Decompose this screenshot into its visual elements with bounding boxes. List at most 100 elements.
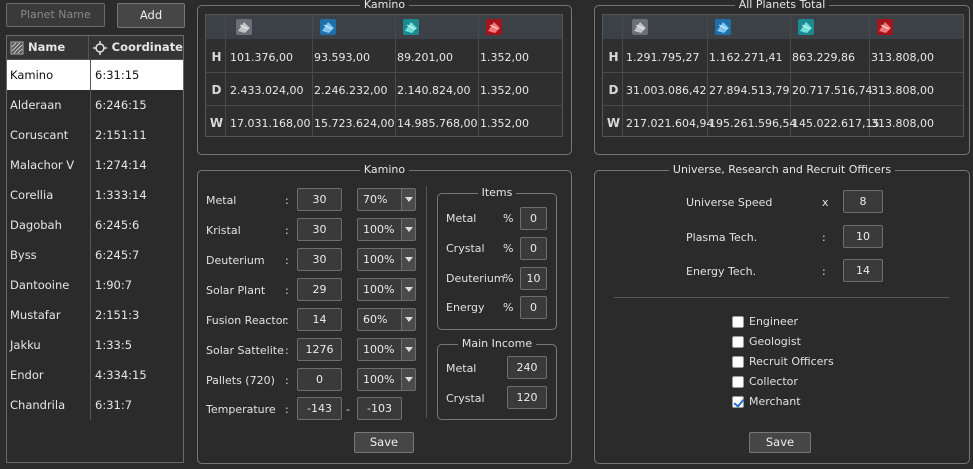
building-level-input[interactable]: 0 <box>297 368 342 391</box>
building-colon: : <box>285 224 289 237</box>
row-label-h: H <box>211 50 222 64</box>
planet-row[interactable]: Mustafar 2:151:3 <box>7 300 183 330</box>
chevron-down-icon <box>401 309 415 330</box>
deuterium-resource-icon <box>403 19 419 35</box>
building-level-input[interactable]: 30 <box>297 248 342 271</box>
value-cell: 14.985.768,00 <box>397 117 478 130</box>
building-level-input[interactable]: 30 <box>297 218 342 241</box>
production-percent-value: 70% <box>363 193 388 206</box>
production-percent-value: 100% <box>363 283 395 296</box>
planet-name-cell: Coruscant <box>7 120 91 150</box>
income-value-input[interactable]: 240 <box>507 356 547 379</box>
item-bonus-input[interactable]: 0 <box>520 237 547 260</box>
universe-title: Universe, Research and Recruit Officers <box>668 163 896 176</box>
planet-name-cell: Chandrila <box>7 390 91 420</box>
temperature-separator: - <box>346 403 350 416</box>
planet-row[interactable]: Corellia 1:333:14 <box>7 180 183 210</box>
temperature-max-input[interactable]: -103 <box>357 397 402 420</box>
crystal-resource-icon <box>715 19 731 35</box>
chevron-down-icon <box>401 279 415 300</box>
building-level-input[interactable]: 1276 <box>297 338 342 361</box>
planet-coordinate-cell: 2:151:11 <box>95 128 147 142</box>
building-colon: : <box>285 284 289 297</box>
planet-production-title: Kamino <box>359 0 410 11</box>
planet-row[interactable]: Byss 6:245:7 <box>7 240 183 270</box>
planet-row[interactable]: Coruscant 2:151:11 <box>7 120 183 150</box>
planet-name-input[interactable]: Planet Name <box>6 3 105 27</box>
value-cell: 195.261.596,54 <box>709 117 797 130</box>
officer-checkbox[interactable] <box>732 316 744 328</box>
item-label: Deuterium <box>446 272 505 285</box>
building-level-input[interactable]: 14 <box>297 308 342 331</box>
planet-row[interactable]: Dantooine 1:90:7 <box>7 270 183 300</box>
item-bonus-input[interactable]: 10 <box>520 267 547 290</box>
universe-field-separator: x <box>822 196 829 209</box>
name-column-header[interactable]: Name <box>7 36 89 59</box>
settings-divider <box>426 186 427 418</box>
item-bonus-input[interactable]: 0 <box>520 296 547 319</box>
row-label-w: W <box>606 116 621 130</box>
temperature-min-input[interactable]: -143 <box>297 397 342 420</box>
value-cell: 89.201,00 <box>397 51 453 64</box>
value-cell: 1.352,00 <box>480 51 529 64</box>
energy-resource-icon <box>877 19 893 35</box>
value-cell: 2.433.024,00 <box>230 84 304 97</box>
planet-row[interactable]: Chandrila 6:31:7 <box>7 390 183 420</box>
item-percent-symbol: % <box>503 272 514 285</box>
value-cell: 313.808,00 <box>871 117 934 130</box>
planet-name-cell: Endor <box>7 360 91 390</box>
officer-label: Collector <box>749 375 798 388</box>
planet-name-cell: Byss <box>7 240 91 270</box>
value-cell: 93.593,00 <box>314 51 370 64</box>
building-level-input[interactable]: 30 <box>297 188 342 211</box>
production-percent-dropdown[interactable]: 100% <box>357 248 416 271</box>
total-production-header <box>603 15 963 39</box>
planet-save-button[interactable]: Save <box>354 432 414 453</box>
column-divider <box>478 15 479 136</box>
planet-coordinate-cell: 1:333:14 <box>95 188 147 202</box>
universe-field-label: Plasma Tech. <box>686 231 758 244</box>
planet-row[interactable]: Endor 4:334:15 <box>7 360 183 390</box>
production-percent-value: 100% <box>363 343 395 356</box>
value-cell: 27.894.513,79 <box>709 84 790 97</box>
sort-grid-icon <box>10 41 24 54</box>
chevron-down-icon <box>401 339 415 360</box>
planet-row[interactable]: Dagobah 6:245:6 <box>7 210 183 240</box>
coordinate-column-header[interactable]: Coordinate <box>89 36 183 59</box>
building-label: Fusion Reactor <box>206 314 287 327</box>
production-percent-dropdown[interactable]: 100% <box>357 368 416 391</box>
universe-field-separator: : <box>822 265 826 278</box>
production-percent-dropdown[interactable]: 70% <box>357 188 416 211</box>
planet-production-header <box>206 15 562 39</box>
planet-row[interactable]: Kamino 6:31:15 <box>7 60 183 90</box>
production-percent-dropdown[interactable]: 100% <box>357 218 416 241</box>
officer-checkbox[interactable] <box>732 376 744 388</box>
officer-checkbox[interactable] <box>732 336 744 348</box>
universe-field-label: Universe Speed <box>686 196 773 209</box>
production-percent-dropdown[interactable]: 100% <box>357 278 416 301</box>
value-cell: 101.376,00 <box>230 51 293 64</box>
universe-field-input[interactable]: 8 <box>843 190 883 213</box>
universe-field-input[interactable]: 14 <box>843 259 883 282</box>
income-value-input[interactable]: 120 <box>507 386 547 409</box>
crosshair-icon <box>92 40 107 55</box>
item-percent-symbol: % <box>503 301 514 314</box>
building-level-input[interactable]: 29 <box>297 278 342 301</box>
officer-checkbox[interactable] <box>732 356 744 368</box>
temperature-label: Temperature <box>206 403 276 416</box>
planet-name-cell: Dagobah <box>7 210 91 240</box>
planet-row[interactable]: Malachor V 1:274:14 <box>7 150 183 180</box>
production-percent-dropdown[interactable]: 100% <box>357 338 416 361</box>
metal-resource-icon <box>236 19 252 35</box>
crystal-resource-icon <box>320 19 336 35</box>
planet-coordinate-cell: 2:151:3 <box>95 308 140 322</box>
production-percent-dropdown[interactable]: 60% <box>357 308 416 331</box>
building-colon: : <box>285 254 289 267</box>
item-bonus-input[interactable]: 0 <box>520 207 547 230</box>
universe-save-button[interactable]: Save <box>749 432 811 453</box>
planet-row[interactable]: Alderaan 6:246:15 <box>7 90 183 120</box>
add-planet-button[interactable]: Add <box>117 3 185 28</box>
planet-row[interactable]: Jakku 1:33:5 <box>7 330 183 360</box>
universe-field-input[interactable]: 10 <box>843 225 883 248</box>
officer-checkbox[interactable] <box>732 396 744 408</box>
